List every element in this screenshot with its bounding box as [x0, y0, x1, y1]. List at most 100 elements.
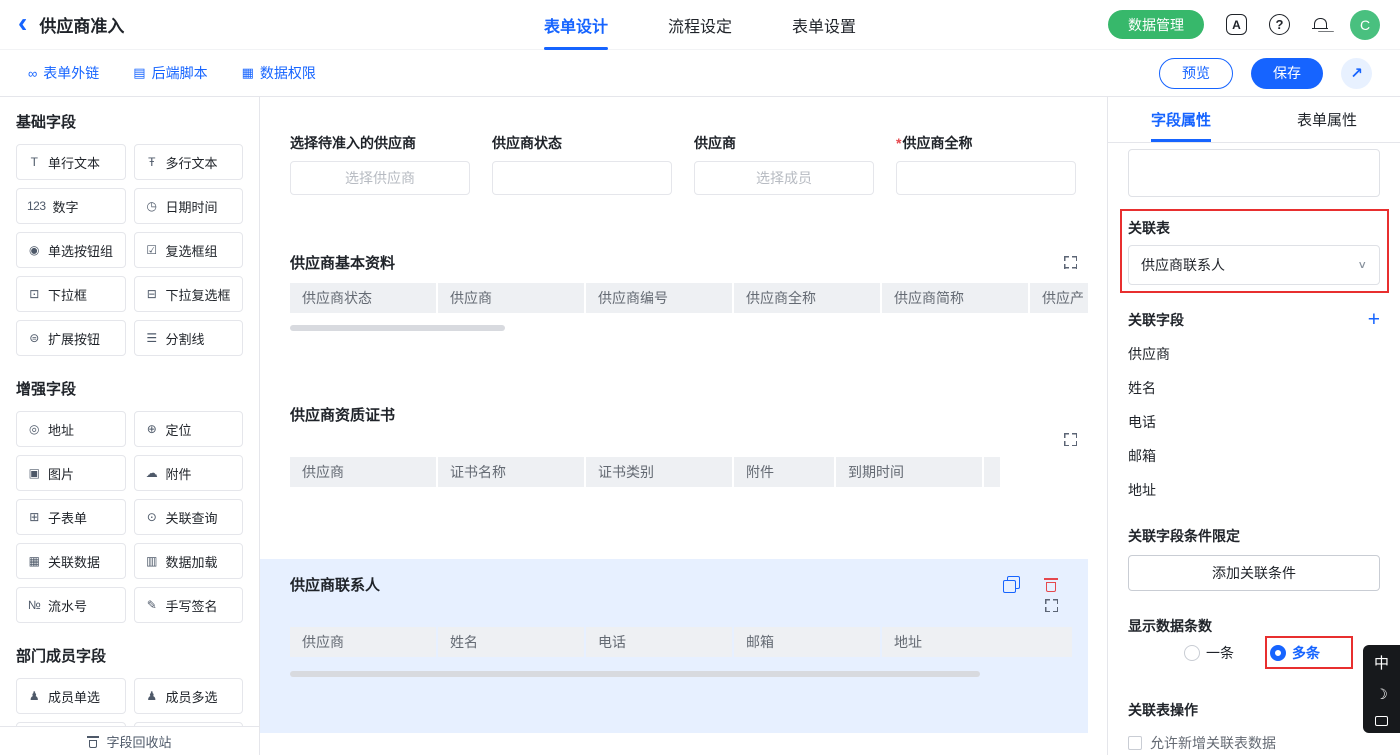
- basic-fields-grid: T 单行文本 Ŧ 多行文本 123 数字 ◷ 日期时间 ◉ 单选按钮组 ☑ 复选…: [16, 144, 243, 356]
- field-button-location[interactable]: ⊕ 定位: [134, 411, 244, 447]
- tab-form-design[interactable]: 表单设计: [544, 0, 608, 50]
- expand-icon[interactable]: [1064, 433, 1077, 446]
- horizontal-scrollbar[interactable]: [290, 325, 505, 331]
- field-button-dropdown[interactable]: ⊡ 下拉框: [16, 276, 126, 312]
- field-button-number[interactable]: 123 数字: [16, 188, 126, 224]
- related-table-select[interactable]: 供应商联系人 ∨: [1128, 245, 1380, 285]
- allow-add-related-data[interactable]: 允许新增关联表数据: [1128, 733, 1380, 753]
- header-left: ‹ 供应商准入: [0, 12, 124, 37]
- table-column-header: 到期时间: [836, 457, 982, 487]
- field-button-datetime[interactable]: ◷ 日期时间: [134, 188, 244, 224]
- select-member-input[interactable]: 选择成员: [694, 161, 874, 195]
- related-field-item[interactable]: 姓名: [1128, 379, 1380, 397]
- field-button-radio-group[interactable]: ◉ 单选按钮组: [16, 232, 126, 268]
- signature-icon: ✎: [145, 598, 159, 612]
- ime-language-indicator[interactable]: 中: [1374, 652, 1389, 673]
- field-button-address[interactable]: ◎ 地址: [16, 411, 126, 447]
- field-button-extend-button[interactable]: ⊜ 扩展按钮: [16, 320, 126, 356]
- member-multi-icon: ♟: [145, 689, 159, 703]
- condition-label: 关联字段条件限定: [1128, 527, 1380, 545]
- related-table-label: 关联表: [1128, 219, 1380, 237]
- table-column-header: 供应商: [290, 457, 436, 487]
- supplier-status-input[interactable]: [492, 161, 672, 195]
- expand-icon[interactable]: [1064, 256, 1077, 269]
- sidebar-scroll-area: 基础字段 T 单行文本 Ŧ 多行文本 123 数字 ◷ 日期时间 ◉ 单选按钮组: [0, 97, 259, 726]
- related-field-item[interactable]: 地址: [1128, 481, 1380, 499]
- back-icon[interactable]: ‹: [18, 9, 27, 37]
- field-button-checkbox-group[interactable]: ☑ 复选框组: [134, 232, 244, 268]
- field-button-single-line-text[interactable]: T 单行文本: [16, 144, 126, 180]
- related-field-item[interactable]: 邮箱: [1128, 447, 1380, 465]
- field-button-member-single[interactable]: ♟ 成员单选: [16, 678, 126, 714]
- form-field-supplier[interactable]: 供应商 选择成员: [694, 133, 874, 195]
- related-field-item[interactable]: 电话: [1128, 413, 1380, 431]
- datetime-icon: ◷: [145, 199, 159, 213]
- field-button-serial-number[interactable]: № 流水号: [16, 587, 126, 623]
- field-button-related-data[interactable]: ▦ 关联数据: [16, 543, 126, 579]
- field-button-subform[interactable]: ⊞ 子表单: [16, 499, 126, 535]
- subform-icon: ⊞: [27, 510, 41, 524]
- ime-halfwidth-moon-icon[interactable]: ☽: [1375, 686, 1388, 703]
- field-library-sidebar: 基础字段 T 单行文本 Ŧ 多行文本 123 数字 ◷ 日期时间 ◉ 单选按钮组: [0, 97, 260, 755]
- save-button[interactable]: 保存: [1251, 58, 1323, 89]
- preview-button[interactable]: 预览: [1159, 58, 1233, 89]
- supplier-full-name-input[interactable]: [896, 161, 1076, 195]
- display-count-label: 显示数据条数: [1128, 617, 1380, 635]
- expand-icon[interactable]: [1045, 599, 1058, 612]
- add-condition-button[interactable]: 添加关联条件: [1128, 555, 1380, 591]
- ime-toolbar[interactable]: 中 ☽: [1363, 645, 1400, 733]
- form-field-supplier-full-name[interactable]: *供应商全称: [896, 133, 1076, 195]
- field-title-input[interactable]: [1128, 149, 1380, 197]
- subform-header-row: 供应商 证书名称 证书类别 附件 到期时间: [290, 457, 1077, 487]
- related-field-item[interactable]: 供应商: [1128, 345, 1380, 363]
- avatar[interactable]: C: [1350, 10, 1380, 40]
- checkbox[interactable]: [1128, 736, 1142, 750]
- subform-supplier-contacts-selected[interactable]: 供应商联系人 供应商 姓名 电话 邮箱 地址: [260, 559, 1088, 733]
- delete-icon[interactable]: [1044, 576, 1058, 592]
- copy-icon[interactable]: [1003, 576, 1020, 593]
- field-button-member-multi[interactable]: ♟ 成员多选: [134, 678, 244, 714]
- form-external-link[interactable]: ∞ 表单外链: [28, 63, 99, 83]
- field-label: 关联查询: [166, 508, 218, 527]
- radio-multiple[interactable]: 多条: [1270, 643, 1320, 663]
- radio-single[interactable]: 一条: [1184, 643, 1234, 663]
- tab-form-settings[interactable]: 表单设置: [792, 0, 856, 50]
- tab-flow-setting[interactable]: 流程设定: [668, 0, 732, 50]
- tab-form-properties[interactable]: 表单属性: [1254, 97, 1400, 142]
- backend-script-link[interactable]: ▤ 后端脚本: [133, 63, 207, 83]
- ime-keyboard-icon[interactable]: [1375, 716, 1388, 726]
- add-field-icon[interactable]: +: [1368, 311, 1380, 329]
- section-title-member-fields: 部门成员字段: [16, 645, 243, 666]
- table-column-header: 供应商: [290, 627, 436, 657]
- field-label: 数据加载: [166, 552, 218, 571]
- extend-button-icon: ⊜: [27, 331, 41, 345]
- field-button-multi-line-text[interactable]: Ŧ 多行文本: [134, 144, 244, 180]
- field-button-image[interactable]: ▣ 图片: [16, 455, 126, 491]
- select-supplier-input[interactable]: 选择供应商: [290, 161, 470, 195]
- dropdown-icon: ⊡: [27, 287, 41, 301]
- help-icon[interactable]: ?: [1269, 14, 1290, 35]
- field-button-data-load[interactable]: ▥ 数据加载: [134, 543, 244, 579]
- field-button-attachment[interactable]: ☁ 附件: [134, 455, 244, 491]
- field-label: 分割线: [166, 329, 205, 348]
- notification-bell-icon[interactable]: [1312, 17, 1328, 33]
- translate-icon[interactable]: A: [1226, 14, 1247, 35]
- data-permission-link[interactable]: ▦ 数据权限: [242, 63, 316, 83]
- tab-field-properties[interactable]: 字段属性: [1108, 97, 1254, 142]
- horizontal-scrollbar[interactable]: [290, 671, 980, 677]
- subform-supplier-certificates[interactable]: 供应商资质证书 供应商 证书名称 证书类别 附件 到期时间: [290, 403, 1077, 487]
- field-button-multi-dropdown[interactable]: ⊟ 下拉复选框: [134, 276, 244, 312]
- field-label: *供应商全称: [896, 133, 1076, 153]
- image-icon: ▣: [27, 466, 41, 480]
- display-count-options: 一条 多条: [1128, 645, 1380, 661]
- field-recycle-bin[interactable]: 字段回收站: [0, 726, 259, 755]
- share-button[interactable]: ↗: [1341, 58, 1372, 89]
- subform-supplier-basic-info[interactable]: 供应商基本资料 供应商状态 供应商 供应商编号 供应商全称 供应商简称 供应产: [290, 251, 1077, 331]
- field-label: 成员单选: [48, 687, 100, 706]
- field-button-divider[interactable]: ☰ 分割线: [134, 320, 244, 356]
- field-button-related-query[interactable]: ⊙ 关联查询: [134, 499, 244, 535]
- field-button-signature[interactable]: ✎ 手写签名: [134, 587, 244, 623]
- form-field-select-supplier[interactable]: 选择待准入的供应商 选择供应商: [290, 133, 470, 195]
- form-field-supplier-status[interactable]: 供应商状态: [492, 133, 672, 195]
- data-manage-button[interactable]: 数据管理: [1108, 10, 1204, 39]
